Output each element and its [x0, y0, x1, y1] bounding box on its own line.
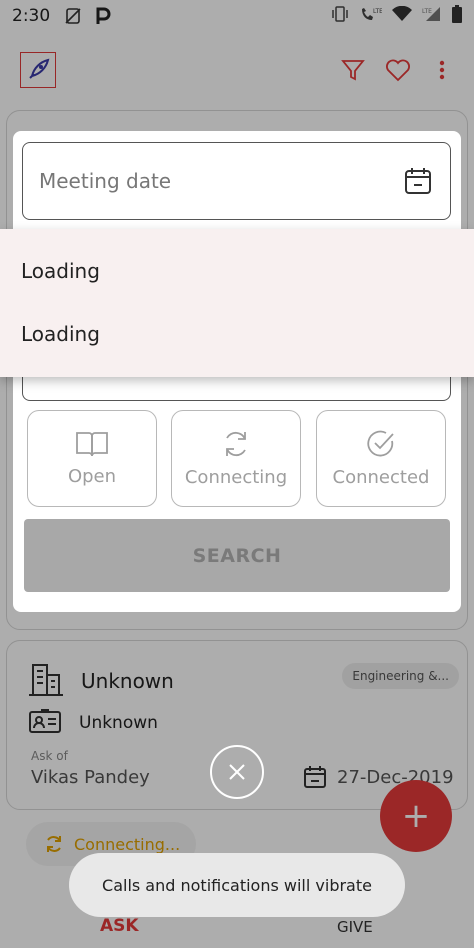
status-open-button[interactable]: Open	[27, 410, 157, 507]
status-connecting-button[interactable]: Connecting	[171, 410, 301, 507]
dropdown-item[interactable]: Loading	[21, 322, 100, 346]
status-connected-button[interactable]: Connected	[316, 410, 446, 507]
book-icon	[76, 432, 108, 457]
calendar-icon[interactable]	[404, 167, 432, 199]
meeting-date-field[interactable]: Meeting date	[22, 142, 451, 220]
search-button[interactable]: SEARCH	[24, 519, 450, 592]
vibrate-toast: Calls and notifications will vibrate	[69, 853, 405, 917]
dropdown-item[interactable]: Loading	[21, 259, 100, 283]
status-connecting-label: Connecting	[184, 467, 288, 488]
status-connected-label: Connected	[332, 467, 430, 488]
check-circle-icon	[367, 430, 394, 457]
sync-icon	[226, 431, 246, 457]
close-dialog-button[interactable]	[210, 745, 264, 799]
dropdown-popup: Loading Loading	[0, 229, 474, 377]
meeting-date-placeholder: Meeting date	[39, 169, 172, 193]
close-icon	[229, 764, 245, 780]
status-open-label: Open	[67, 466, 117, 487]
